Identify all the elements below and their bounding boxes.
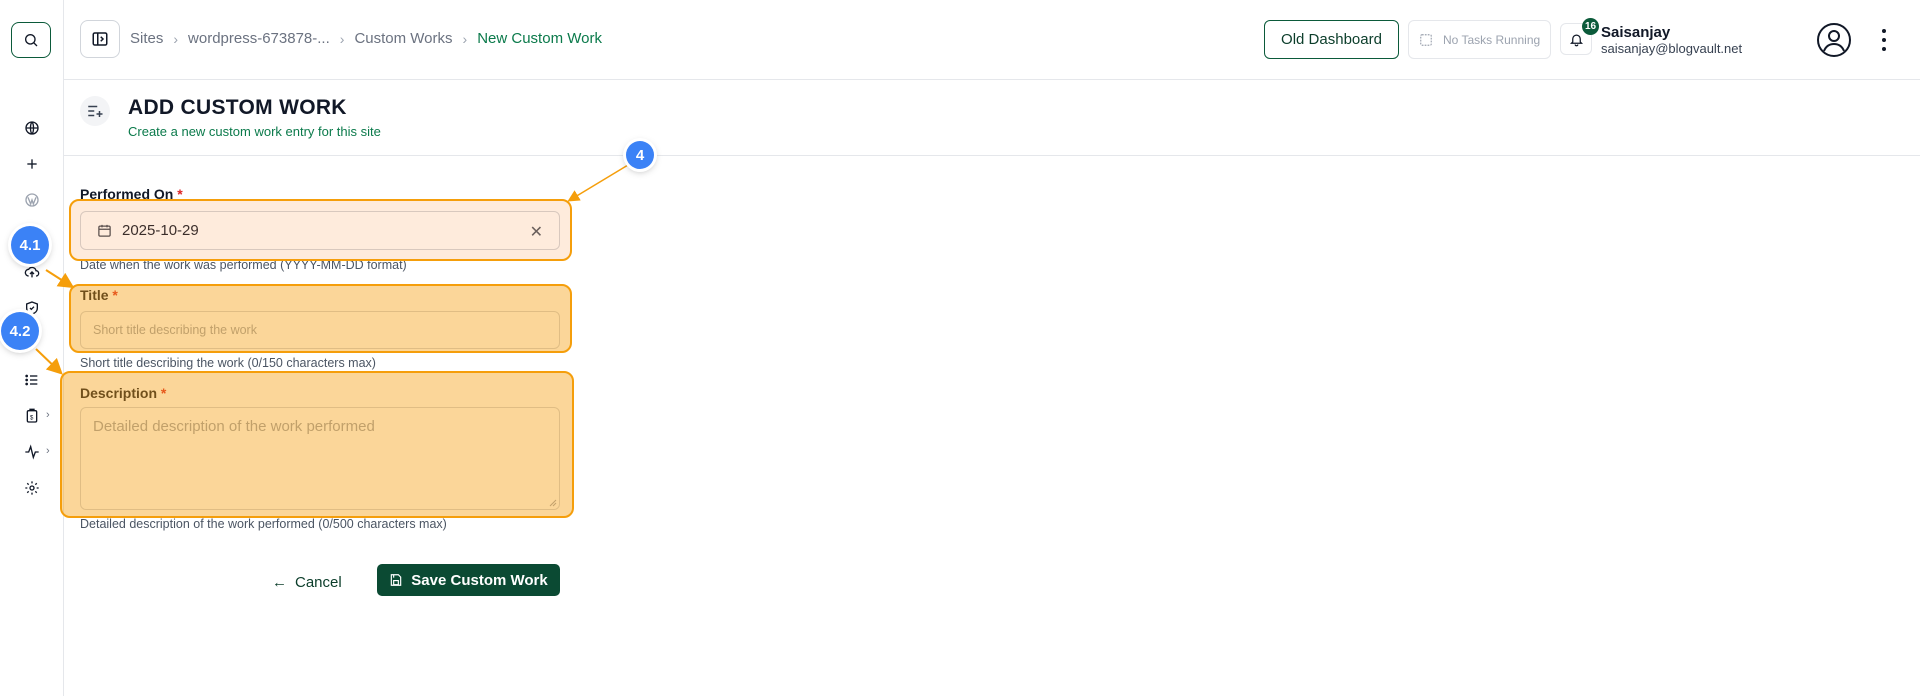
avatar[interactable]	[1816, 22, 1852, 58]
cancel-button[interactable]: ← Cancel	[272, 570, 342, 594]
page-subtitle: Create a new custom work entry for this …	[128, 124, 381, 139]
chevron-right-icon: ›	[173, 30, 179, 47]
description-help: Detailed description of the work perform…	[80, 517, 447, 531]
sidebar-toggle-button[interactable]	[80, 20, 120, 58]
list-icon[interactable]	[22, 370, 42, 390]
chevron-right-icon: ›	[339, 30, 345, 47]
user-name: Saisanjay	[1601, 24, 1671, 41]
arrow-left-icon: ←	[272, 573, 287, 591]
list-add-icon	[80, 96, 110, 126]
svg-text:$: $	[30, 415, 34, 421]
user-icon	[1817, 23, 1851, 57]
activity-icon[interactable]	[22, 442, 42, 462]
old-dashboard-button[interactable]: Old Dashboard	[1264, 20, 1399, 59]
wordpress-icon[interactable]	[22, 190, 42, 210]
step-marker-4-1: 4.1	[11, 226, 49, 264]
highlight-performed-on	[69, 199, 572, 261]
settings-icon[interactable]	[22, 478, 42, 498]
notification-count-badge: 16	[1582, 18, 1600, 35]
chevron-right-icon: ›	[462, 30, 468, 47]
tasks-icon	[1420, 33, 1432, 46]
breadcrumb-custom-works[interactable]: Custom Works	[354, 30, 452, 47]
report-icon[interactable]: $	[22, 406, 42, 426]
step-marker-4-2: 4.2	[1, 312, 39, 350]
page-header: ADD CUSTOM WORK Create a new custom work…	[64, 80, 1920, 156]
page-title: ADD CUSTOM WORK	[128, 96, 347, 119]
breadcrumb: Sites › wordpress-673878-... › Custom Wo…	[130, 30, 602, 47]
chevron-right-icon[interactable]: ›	[46, 409, 50, 421]
breadcrumb-site[interactable]: wordpress-673878-...	[188, 30, 330, 47]
chevron-right-icon[interactable]: ›	[46, 445, 50, 457]
globe-icon[interactable]	[22, 118, 42, 138]
search-icon	[25, 34, 38, 47]
save-custom-work-button[interactable]: Save Custom Work	[377, 564, 560, 596]
sidebar: $ › ›	[0, 0, 64, 696]
tasks-label: No Tasks Running	[1443, 32, 1541, 47]
save-icon	[391, 574, 402, 586]
highlight-description	[60, 371, 574, 518]
step-marker-4: 4	[626, 141, 654, 169]
cloud-upload-icon[interactable]	[22, 262, 42, 282]
user-email: saisanjay@blogvault.net	[1601, 41, 1743, 56]
breadcrumb-current: New Custom Work	[477, 30, 602, 47]
tasks-status[interactable]: No Tasks Running	[1408, 20, 1551, 59]
panel-toggle-icon	[92, 32, 108, 46]
breadcrumb-sites[interactable]: Sites	[130, 30, 163, 47]
highlight-title	[69, 284, 572, 353]
title-help: Short title describing the work (0/150 c…	[80, 356, 376, 370]
plus-icon[interactable]	[22, 154, 42, 174]
more-menu-icon[interactable]	[1876, 26, 1892, 54]
bell-icon	[1569, 34, 1583, 46]
search-button[interactable]	[11, 22, 51, 58]
